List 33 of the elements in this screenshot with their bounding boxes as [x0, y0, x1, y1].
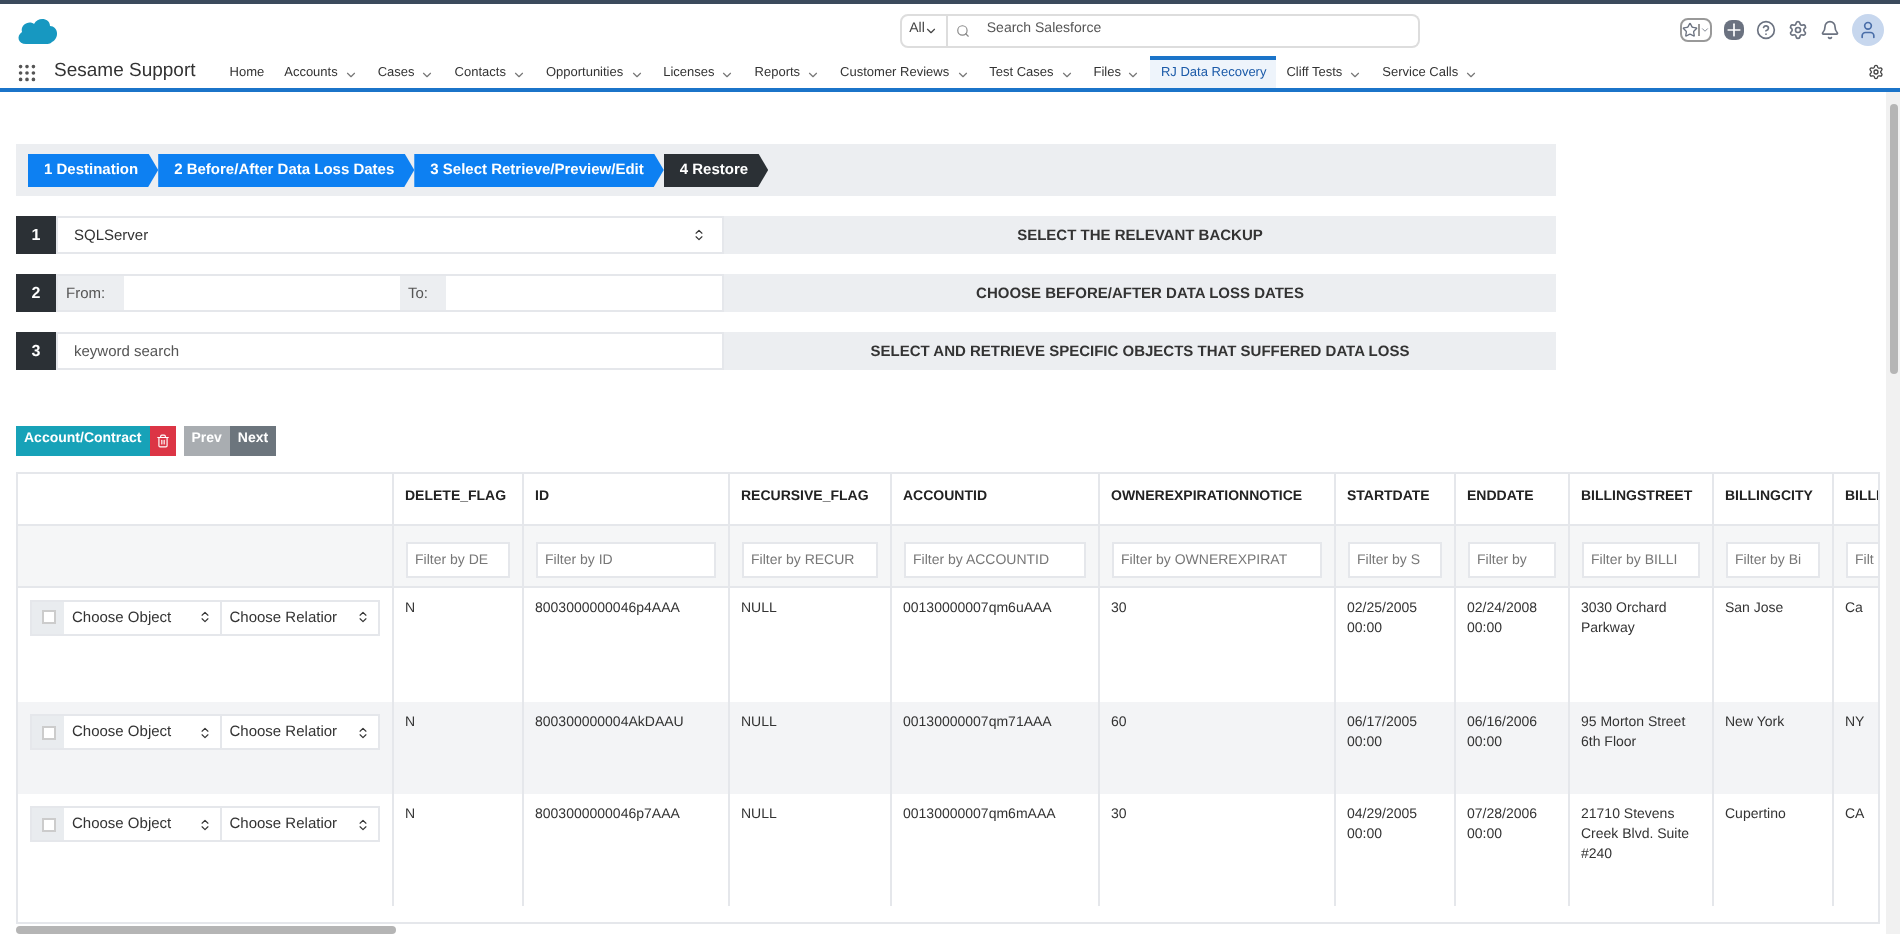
chevron-icon: [343, 67, 358, 81]
notifications-icon[interactable]: [1820, 20, 1840, 40]
chevron-icon: [511, 67, 526, 81]
app-launcher-icon[interactable]: [16, 61, 38, 83]
settings-icon[interactable]: [1788, 20, 1808, 40]
gear-icon[interactable]: [1868, 64, 1884, 80]
chevron-icon: [955, 67, 970, 81]
chevron-icon: [1348, 67, 1363, 81]
chevron-icon: [420, 67, 435, 81]
select-arrows-icon: [692, 228, 706, 242]
caret-icon: [1698, 24, 1710, 36]
chevron-icon: [1126, 67, 1141, 81]
chevron-icon: [629, 67, 644, 81]
step-number: 1: [16, 216, 56, 254]
trash-icon: [155, 434, 170, 448]
search-icon: [956, 23, 971, 37]
horizontal-scrollbar[interactable]: [16, 926, 396, 934]
app-name: Sesame Support: [54, 57, 196, 86]
step-number: 2: [16, 274, 56, 312]
help-icon[interactable]: [1756, 20, 1776, 40]
cloud-logo-icon: [16, 15, 60, 45]
star-icon: [1682, 22, 1698, 38]
avatar[interactable]: [1852, 14, 1884, 46]
chevron-icon: [1464, 67, 1479, 81]
favorites-button[interactable]: [1680, 18, 1712, 42]
chevron-icon: [806, 67, 821, 81]
vertical-scrollbar[interactable]: [1889, 104, 1897, 374]
caret-icon: [924, 23, 939, 37]
chevron-icon: [1059, 67, 1074, 81]
step-number: 3: [16, 332, 56, 370]
chevron-icon: [720, 67, 735, 81]
delete-button[interactable]: [149, 426, 176, 456]
add-icon[interactable]: [1724, 20, 1744, 40]
